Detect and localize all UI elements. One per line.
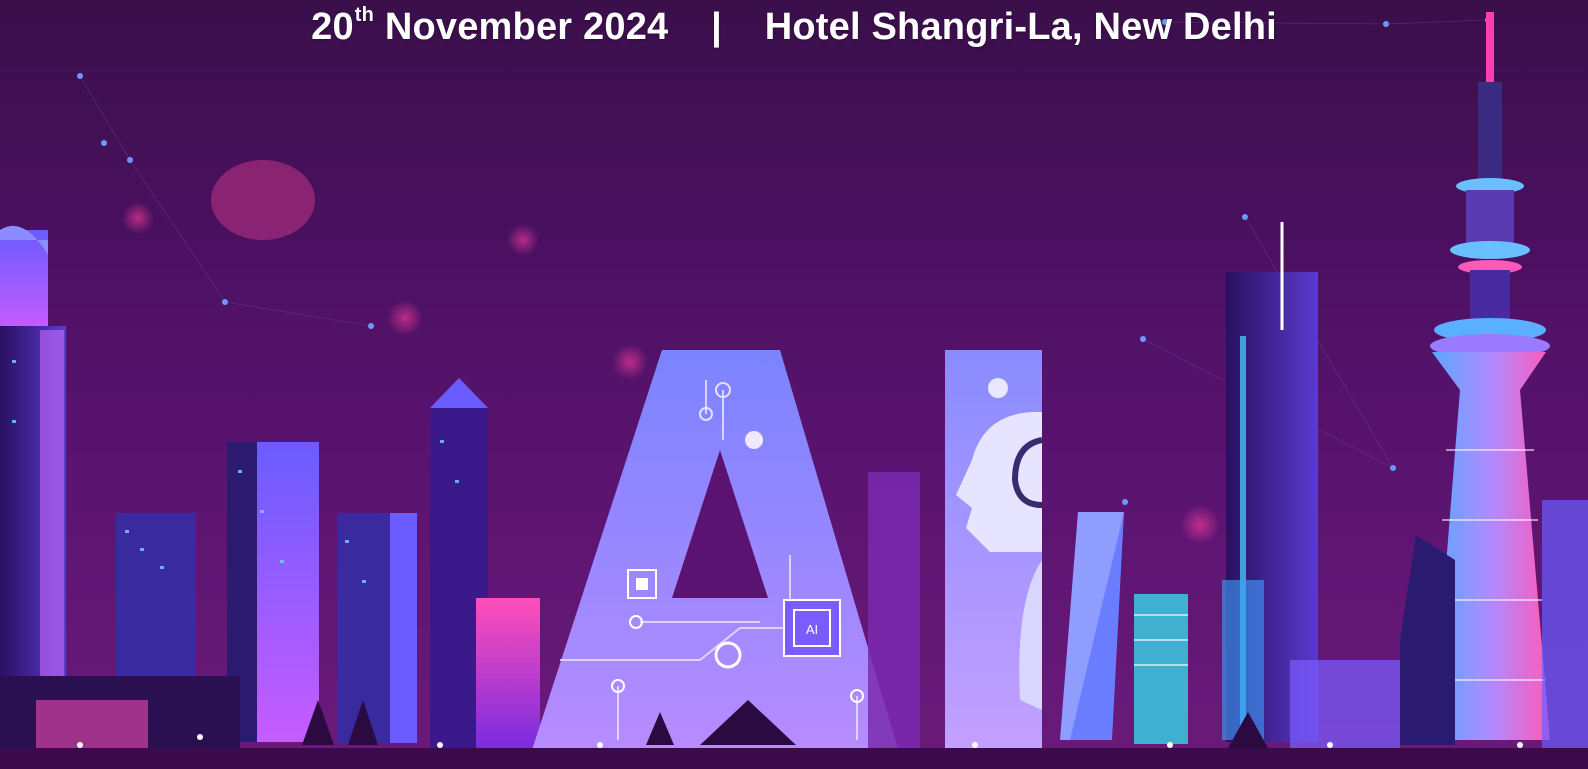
building (1400, 535, 1455, 745)
event-venue: Hotel Shangri-La, New Delhi (764, 6, 1277, 48)
separator: | (711, 6, 722, 48)
event-date-day: 20 (311, 6, 354, 48)
big-letter-i (945, 350, 1043, 756)
city-skyline-illustration: AI (0, 12, 1588, 769)
building (1134, 594, 1188, 744)
event-date-month-year: November 2024 (384, 6, 669, 48)
event-date-suffix: th (354, 4, 375, 26)
building (116, 513, 196, 693)
ground (0, 748, 1588, 769)
building-dome (0, 230, 48, 330)
big-letter-a: AI (530, 350, 900, 756)
ai-chip-label: AI (806, 622, 818, 637)
building (868, 472, 920, 752)
pink-moon (211, 160, 315, 240)
event-date-venue-line: 20th November 2024 | Hotel Shangri-La, N… (0, 4, 1588, 49)
